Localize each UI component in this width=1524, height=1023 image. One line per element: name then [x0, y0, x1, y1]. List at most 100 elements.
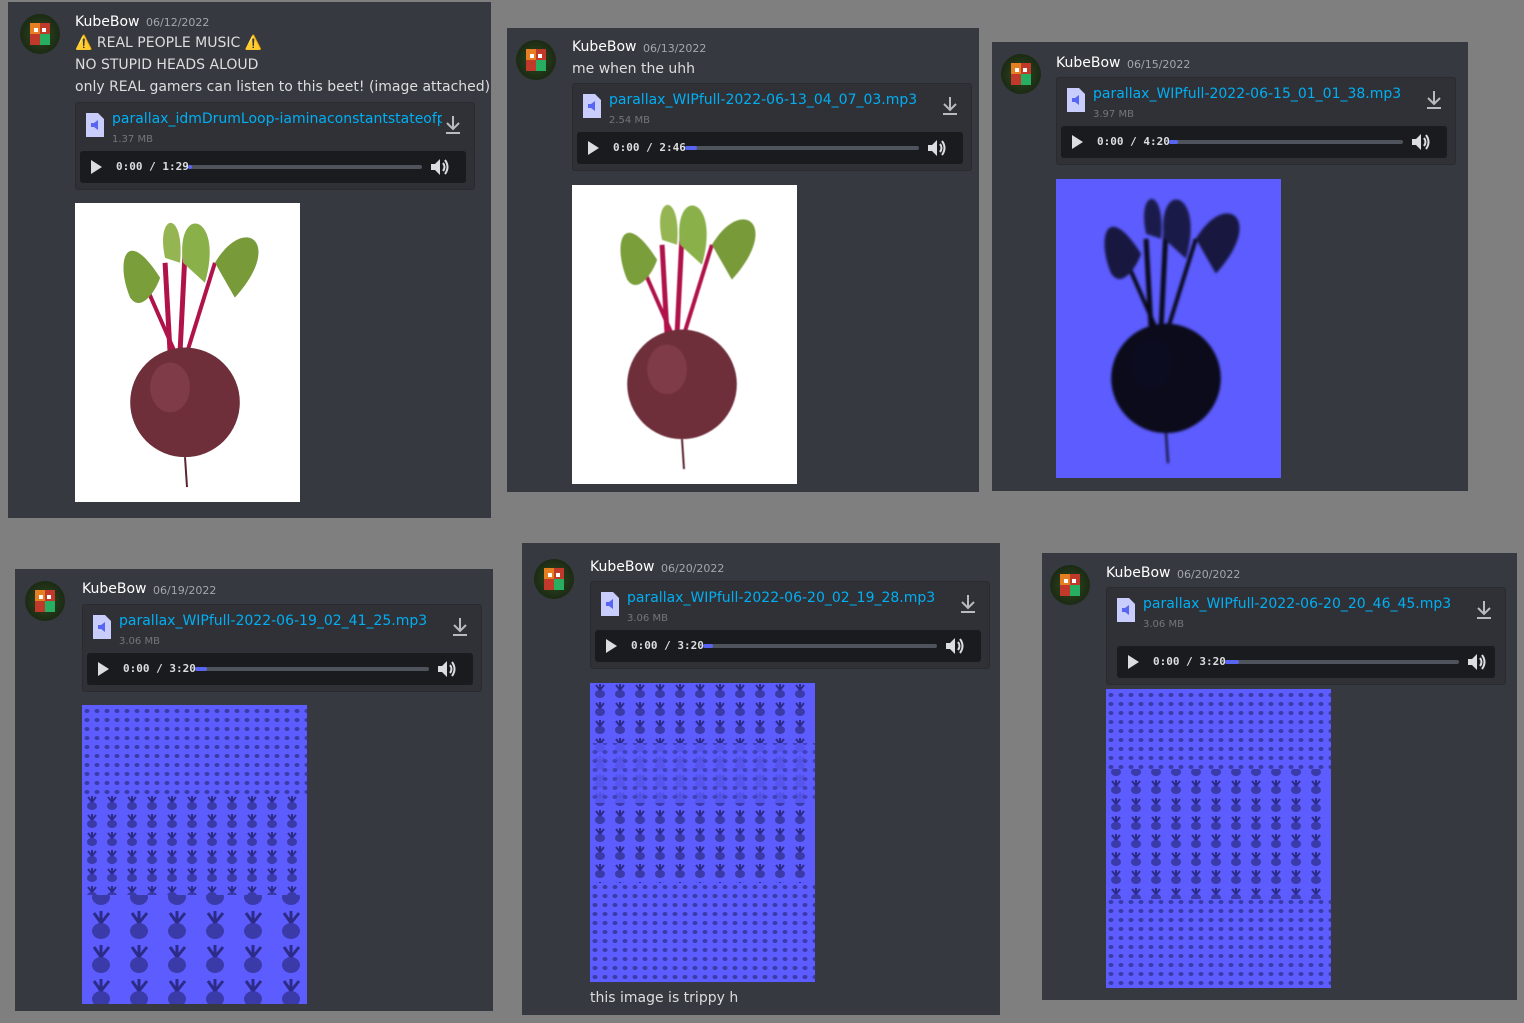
playback-time: 0:00 / 2:46: [613, 141, 686, 154]
timestamp: 06/12/2022: [146, 16, 210, 29]
message-panel-6: KubeBow 06/20/2022 parallax_WIPfull-2022…: [1042, 553, 1517, 1000]
username[interactable]: KubeBow: [1056, 55, 1120, 71]
beet-image[interactable]: [75, 203, 300, 502]
progress-bar[interactable]: [1169, 140, 1403, 144]
message-panel-1: KubeBow 06/12/2022 ⚠️ REAL PEOPLE MUSIC …: [8, 2, 491, 518]
audio-attachment: parallax_WIPfull-2022-06-19_02_41_25.mp3…: [82, 604, 482, 692]
username[interactable]: KubeBow: [75, 14, 139, 30]
download-icon[interactable]: [959, 594, 977, 614]
message-panel-5: KubeBow 06/20/2022 parallax_WIPfull-2022…: [522, 543, 1000, 1015]
playback-time: 0:00 / 1:29: [116, 160, 189, 173]
audio-attachment: parallax_idmDrumLoop-iaminaconstantstate…: [75, 102, 475, 190]
username[interactable]: KubeBow: [572, 39, 636, 55]
audio-attachment: parallax_WIPfull-2022-06-15_01_01_38.mp3…: [1056, 77, 1456, 165]
parallax-beet-image[interactable]: [82, 705, 307, 1004]
play-icon[interactable]: [605, 639, 617, 653]
file-size: 2.54 MB: [609, 115, 650, 126]
playback-time: 0:00 / 3:20: [631, 639, 704, 652]
volume-icon[interactable]: [945, 637, 965, 655]
username[interactable]: KubeBow: [1106, 565, 1170, 581]
volume-icon[interactable]: [927, 139, 947, 157]
volume-icon[interactable]: [1467, 653, 1487, 671]
audio-player: 0:00 / 3:20: [1117, 646, 1495, 678]
parallax-beet-image[interactable]: [590, 683, 815, 982]
message-panel-2: KubeBow 06/13/2022 me when the uhh paral…: [507, 28, 979, 492]
avatar[interactable]: [1050, 565, 1090, 605]
timestamp: 06/15/2022: [1127, 58, 1191, 71]
file-audio-icon: [93, 615, 111, 639]
beet-image-pixelated[interactable]: [572, 185, 797, 484]
volume-icon[interactable]: [437, 660, 457, 678]
playback-time: 0:00 / 3:20: [123, 662, 196, 675]
file-audio-icon: [583, 94, 601, 118]
file-audio-icon: [601, 592, 619, 616]
play-icon[interactable]: [1127, 655, 1139, 669]
volume-icon[interactable]: [430, 158, 450, 176]
download-icon[interactable]: [941, 96, 959, 116]
avatar[interactable]: [20, 14, 60, 54]
avatar[interactable]: [25, 581, 65, 621]
message-line: this image is trippy h: [590, 990, 739, 1006]
file-name-link[interactable]: parallax_idmDrumLoop-iaminaconstantstate…: [112, 111, 442, 127]
cube-avatar-icon: [35, 590, 55, 612]
file-size: 3.97 MB: [1093, 109, 1134, 120]
audio-attachment: parallax_WIPfull-2022-06-13_04_07_03.mp3…: [572, 83, 972, 171]
play-icon[interactable]: [97, 662, 109, 676]
username[interactable]: KubeBow: [590, 559, 654, 575]
file-audio-icon: [86, 113, 104, 137]
cube-avatar-icon: [544, 568, 564, 590]
avatar[interactable]: [534, 559, 574, 599]
username[interactable]: KubeBow: [82, 581, 146, 597]
message-panel-3: KubeBow 06/15/2022 parallax_WIPfull-2022…: [992, 42, 1468, 491]
audio-attachment: parallax_WIPfull-2022-06-20_20_46_45.mp3…: [1106, 587, 1506, 685]
cube-avatar-icon: [526, 49, 546, 71]
timestamp: 06/20/2022: [1177, 568, 1241, 581]
beet-image-blue[interactable]: [1056, 179, 1281, 478]
file-size: 1.37 MB: [112, 134, 153, 145]
file-size: 3.06 MB: [1143, 619, 1184, 630]
audio-player: 0:00 / 3:20: [87, 653, 473, 685]
file-name-link[interactable]: parallax_WIPfull-2022-06-19_02_41_25.mp3: [119, 613, 449, 629]
playback-time: 0:00 / 4:20: [1097, 135, 1170, 148]
file-size: 3.06 MB: [119, 636, 160, 647]
audio-player: 0:00 / 3:20: [595, 630, 981, 662]
progress-bar[interactable]: [685, 146, 919, 150]
cube-avatar-icon: [1060, 574, 1080, 596]
cube-avatar-icon: [1011, 63, 1031, 85]
message-line: NO STUPID HEADS ALOUD: [75, 57, 259, 73]
progress-bar[interactable]: [188, 165, 422, 169]
timestamp: 06/19/2022: [153, 584, 217, 597]
file-audio-icon: [1067, 88, 1085, 112]
file-size: 3.06 MB: [627, 613, 668, 624]
file-audio-icon: [1117, 598, 1135, 622]
download-icon[interactable]: [451, 617, 469, 637]
progress-bar[interactable]: [1225, 660, 1459, 664]
file-name-link[interactable]: parallax_WIPfull-2022-06-20_20_46_45.mp3: [1143, 596, 1473, 612]
audio-attachment: parallax_WIPfull-2022-06-20_02_19_28.mp3…: [590, 581, 990, 669]
message-line: only REAL gamers can listen to this beet…: [75, 79, 491, 95]
download-icon[interactable]: [444, 115, 462, 135]
file-name-link[interactable]: parallax_WIPfull-2022-06-15_01_01_38.mp3: [1093, 86, 1423, 102]
playback-time: 0:00 / 3:20: [1153, 655, 1226, 668]
play-icon[interactable]: [90, 160, 102, 174]
download-icon[interactable]: [1425, 90, 1443, 110]
message-line: me when the uhh: [572, 61, 696, 77]
audio-player: 0:00 / 1:29: [80, 151, 466, 183]
timestamp: 06/13/2022: [643, 42, 707, 55]
file-name-link[interactable]: parallax_WIPfull-2022-06-20_02_19_28.mp3: [627, 590, 957, 606]
download-icon[interactable]: [1475, 600, 1493, 620]
message-panel-4: KubeBow 06/19/2022 parallax_WIPfull-2022…: [15, 569, 493, 1011]
play-icon[interactable]: [1071, 135, 1083, 149]
parallax-beet-image[interactable]: [1106, 689, 1331, 988]
progress-bar[interactable]: [703, 644, 937, 648]
volume-icon[interactable]: [1411, 133, 1431, 151]
audio-player: 0:00 / 2:46: [577, 132, 963, 164]
timestamp: 06/20/2022: [661, 562, 725, 575]
message-line: ⚠️ REAL PEOPLE MUSIC ⚠️: [75, 35, 263, 51]
avatar[interactable]: [516, 40, 556, 80]
audio-player: 0:00 / 4:20: [1061, 126, 1447, 158]
avatar[interactable]: [1001, 54, 1041, 94]
file-name-link[interactable]: parallax_WIPfull-2022-06-13_04_07_03.mp3: [609, 92, 939, 108]
progress-bar[interactable]: [195, 667, 429, 671]
play-icon[interactable]: [587, 141, 599, 155]
